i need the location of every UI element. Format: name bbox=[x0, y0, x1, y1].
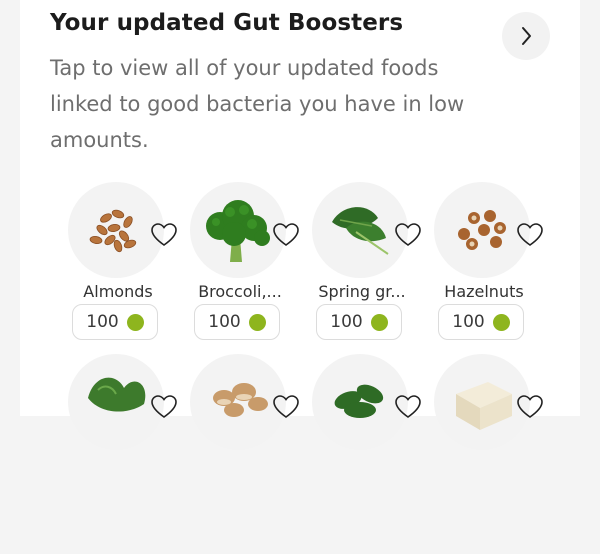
heart-outline-icon[interactable] bbox=[150, 394, 178, 420]
score-badge: 100 bbox=[316, 304, 402, 340]
heart-outline-icon[interactable] bbox=[272, 222, 300, 248]
chevron-right-icon bbox=[522, 27, 531, 45]
score-value: 100 bbox=[86, 312, 119, 332]
section-title: Your updated Gut Boosters bbox=[50, 10, 404, 36]
food-item-tofu[interactable] bbox=[434, 354, 554, 554]
score-dot bbox=[492, 313, 510, 331]
score-dot bbox=[126, 313, 144, 331]
score-value: 100 bbox=[452, 312, 485, 332]
heart-outline-icon[interactable] bbox=[272, 394, 300, 420]
food-item-spring-greens[interactable]: Spring gr... 100 bbox=[312, 182, 432, 382]
food-name: Almonds bbox=[83, 282, 153, 301]
food-name: Spring gr... bbox=[318, 282, 406, 301]
score-badge: 100 bbox=[438, 304, 524, 340]
score-value: 100 bbox=[208, 312, 241, 332]
score-badge: 100 bbox=[194, 304, 280, 340]
food-item-spinach[interactable] bbox=[312, 354, 432, 554]
heart-outline-icon[interactable] bbox=[516, 222, 544, 248]
food-item-mushrooms[interactable] bbox=[190, 354, 310, 554]
score-value: 100 bbox=[330, 312, 363, 332]
score-dot bbox=[248, 313, 266, 331]
heart-outline-icon[interactable] bbox=[394, 394, 422, 420]
food-name: Hazelnuts bbox=[444, 282, 524, 301]
food-item-kale[interactable] bbox=[68, 354, 188, 554]
gut-boosters-card: Your updated Gut Boosters Tap to view al… bbox=[20, 0, 580, 450]
food-item-hazelnuts[interactable]: Hazelnuts 100 bbox=[434, 182, 554, 382]
score-badge: 100 bbox=[72, 304, 158, 340]
heart-outline-icon[interactable] bbox=[150, 222, 178, 248]
heart-outline-icon[interactable] bbox=[516, 394, 544, 420]
score-dot bbox=[370, 313, 388, 331]
food-item-almonds[interactable]: Almonds 100 bbox=[68, 182, 188, 382]
heart-outline-icon[interactable] bbox=[394, 222, 422, 248]
section-subtitle: Tap to view all of your updated foods li… bbox=[50, 56, 465, 152]
food-item-broccoli[interactable]: Broccoli,... 100 bbox=[190, 182, 310, 382]
view-all-button[interactable] bbox=[502, 12, 550, 60]
food-name: Broccoli,... bbox=[198, 282, 282, 301]
